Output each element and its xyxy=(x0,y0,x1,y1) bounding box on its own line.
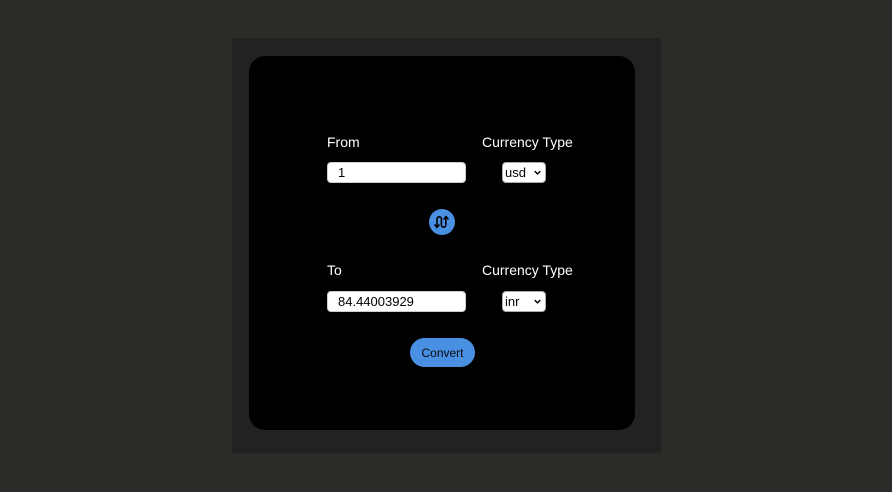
outer-panel: From Currency Type usd To Currency Type … xyxy=(232,38,661,453)
to-amount-input[interactable] xyxy=(327,291,466,312)
swap-arrows-icon xyxy=(434,215,449,229)
from-amount-input[interactable] xyxy=(327,162,466,183)
to-label: To xyxy=(327,262,342,278)
chevron-down-icon xyxy=(534,299,541,304)
from-currency-select[interactable]: usd xyxy=(502,162,546,183)
to-currency-select[interactable]: inr xyxy=(502,291,546,312)
converter-card: From Currency Type usd To Currency Type … xyxy=(249,56,635,430)
from-label: From xyxy=(327,134,360,150)
convert-button[interactable]: Convert xyxy=(410,338,475,367)
from-currency-type-label: Currency Type xyxy=(482,134,573,150)
swap-button[interactable] xyxy=(429,209,455,235)
from-currency-value: usd xyxy=(505,165,526,180)
chevron-down-icon xyxy=(534,170,541,175)
to-currency-value: inr xyxy=(505,294,520,309)
to-currency-type-label: Currency Type xyxy=(482,262,573,278)
